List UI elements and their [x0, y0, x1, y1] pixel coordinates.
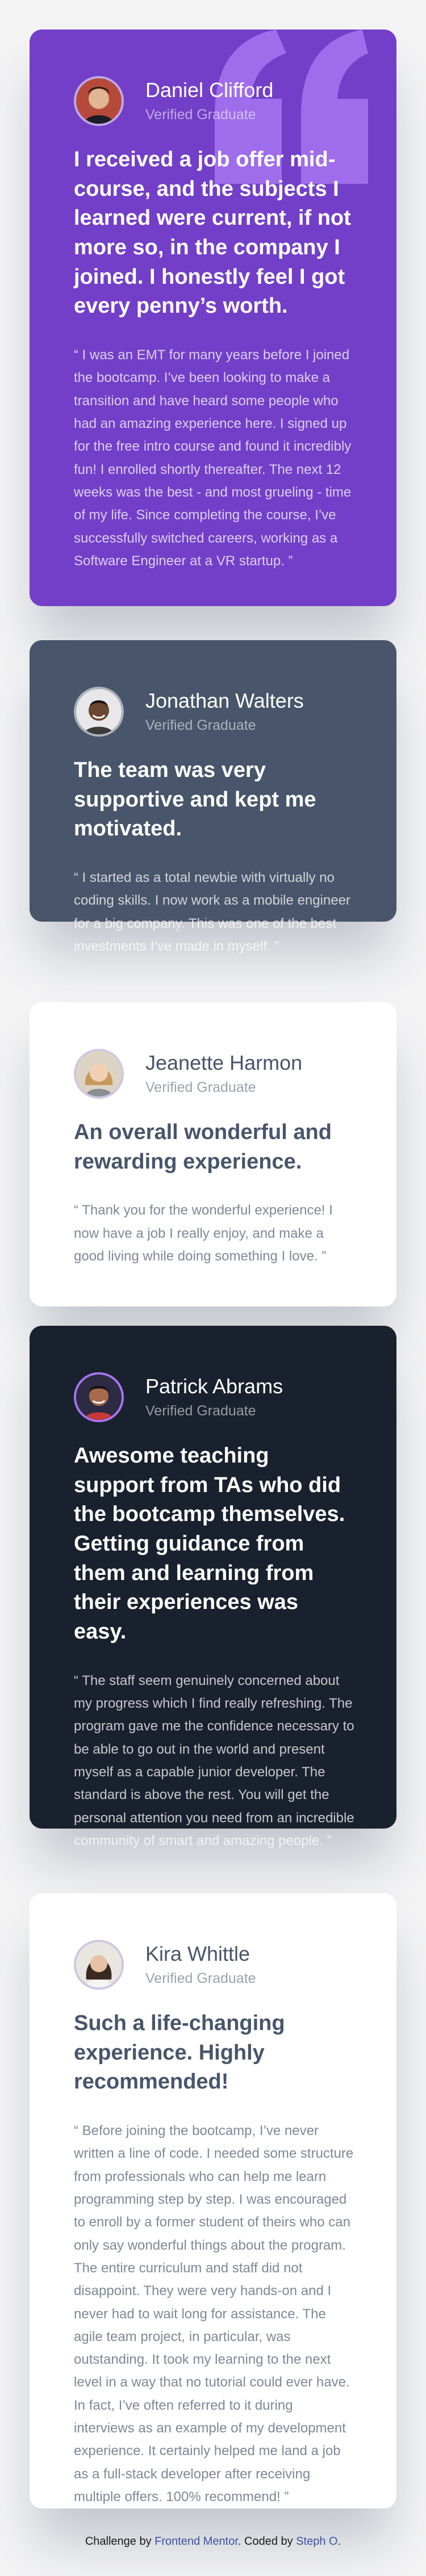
- testimonial-body: “ The staff seem genuinely concerned abo…: [74, 1672, 354, 1848]
- testimonial-role: Verified Graduate: [145, 717, 256, 733]
- testimonial-name: Kira Whittle: [145, 1942, 250, 1965]
- avatar: [74, 1940, 124, 1990]
- frontend-mentor-link[interactable]: Frontend Mentor: [154, 2535, 238, 2548]
- testimonial-name: Jonathan Walters: [145, 689, 304, 712]
- testimonial-name: Daniel Clifford: [145, 78, 274, 102]
- testimonial-card-jeanette: Jeanette Harmon Verified Graduate An ove…: [30, 1002, 396, 1306]
- testimonial-role: Verified Graduate: [145, 107, 256, 123]
- testimonial-header: Kira Whittle Verified Graduate: [74, 1938, 354, 1992]
- testimonial-card-daniel: Daniel Clifford Verified Graduate I rece…: [30, 30, 396, 606]
- testimonial-headline: Awesome teaching support from TAs who di…: [74, 1444, 345, 1644]
- author-link[interactable]: Steph O: [296, 2535, 337, 2548]
- attribution-prefix: Challenge by: [85, 2535, 155, 2548]
- avatar: [74, 1372, 124, 1422]
- attribution: Challenge by Frontend Mentor. Coded by S…: [0, 2535, 426, 2548]
- testimonial-body: “ I was an EMT for many years before I j…: [74, 347, 352, 569]
- testimonial-body: “ Before joining the bootcamp, I’ve neve…: [74, 2123, 354, 2505]
- testimonial-header: Daniel Clifford Verified Graduate: [74, 74, 354, 128]
- testimonial-card-jonathan: Jonathan Walters Verified Graduate The t…: [30, 640, 396, 954]
- testimonial-header: Jonathan Walters Verified Graduate: [74, 684, 354, 739]
- testimonial-header: Patrick Abrams Verified Graduate: [74, 1370, 354, 1424]
- testimonial-body: “ I started as a total newbie with virtu…: [74, 870, 350, 954]
- testimonial-headline: I received a job offer mid-course, and t…: [74, 148, 351, 318]
- testimonial-header: Jeanette Harmon Verified Graduate: [74, 1047, 354, 1101]
- testimonial-headline: The team was very supportive and kept me…: [74, 758, 316, 841]
- testimonial-name: Jeanette Harmon: [145, 1051, 303, 1074]
- testimonial-body: “ Thank you for the wonderful experience…: [74, 1203, 333, 1264]
- testimonial-card-patrick: Patrick Abrams Verified Graduate Awesome…: [30, 1326, 396, 1848]
- testimonial-role: Verified Graduate: [145, 1403, 256, 1419]
- testimonial-card-kira: Kira Whittle Verified Graduate Such a li…: [30, 1893, 396, 2508]
- testimonial-headline: An overall wonderful and rewarding exper…: [74, 1120, 332, 1174]
- attribution-middle: . Coded by: [237, 2535, 296, 2548]
- avatar: [74, 76, 124, 126]
- testimonial-role: Verified Graduate: [145, 1970, 256, 1986]
- testimonial-name: Patrick Abrams: [145, 1375, 283, 1398]
- avatar: [74, 687, 124, 737]
- testimonial-role: Verified Graduate: [145, 1079, 256, 1095]
- avatar: [74, 1049, 124, 1099]
- attribution-suffix: .: [337, 2535, 341, 2548]
- testimonial-headline: Such a life-changing experience. Highly …: [74, 2011, 285, 2094]
- testimonials-page: Daniel Clifford Verified Graduate I rece…: [0, 0, 426, 2576]
